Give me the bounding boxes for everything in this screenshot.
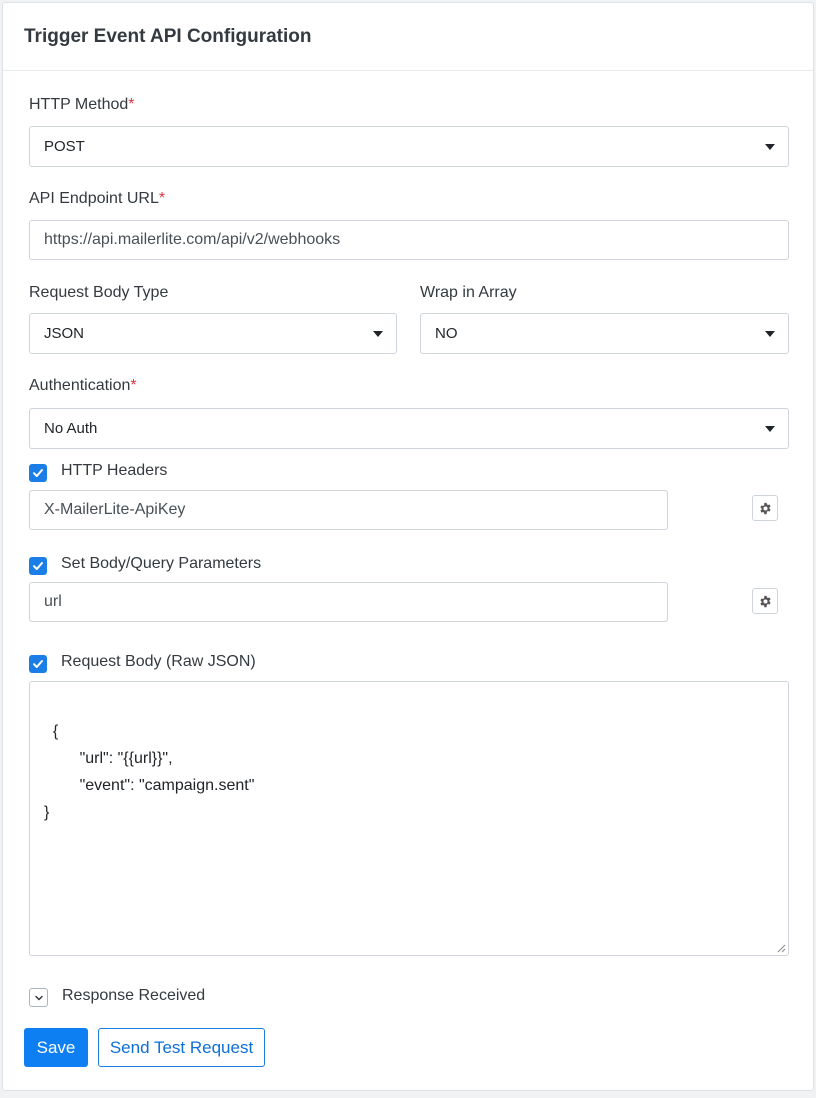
caret-down-icon xyxy=(765,426,775,432)
required-mark: * xyxy=(130,377,137,394)
http-headers-input[interactable]: X-MailerLite-ApiKey xyxy=(29,490,668,530)
request-body-textarea[interactable]: { "url": "{{url}}", "event": "campaign.s… xyxy=(29,681,789,956)
chevron-down-icon xyxy=(34,995,43,1000)
gear-icon xyxy=(759,595,771,607)
endpoint-url-label: API Endpoint URL* xyxy=(29,190,165,208)
caret-down-icon xyxy=(765,144,775,150)
response-toggle-button[interactable] xyxy=(29,988,48,1007)
wrap-array-value: NO xyxy=(435,325,458,342)
check-icon xyxy=(33,469,43,477)
endpoint-url-label-text: API Endpoint URL xyxy=(29,190,159,207)
endpoint-url-value: https://api.mailerlite.com/api/v2/webhoo… xyxy=(44,231,341,248)
http-method-select[interactable]: POST xyxy=(29,126,789,167)
send-test-request-button[interactable]: Send Test Request xyxy=(98,1028,265,1067)
required-mark: * xyxy=(158,190,166,207)
authentication-label-text: Authentication xyxy=(29,377,131,394)
http-headers-value: X-MailerLite-ApiKey xyxy=(44,501,186,518)
request-body-checkbox[interactable] xyxy=(29,655,47,673)
authentication-select[interactable]: No Auth xyxy=(29,408,789,449)
http-headers-checkbox[interactable] xyxy=(29,464,47,482)
body-params-label: Set Body/Query Parameters xyxy=(61,555,262,572)
response-received-label: Response Received xyxy=(62,987,206,1004)
body-params-value: url xyxy=(44,593,62,610)
request-body-value: { "url": "{{url}}", "event": "campaign.s… xyxy=(44,723,255,821)
caret-down-icon xyxy=(765,331,775,337)
wrap-array-label: Wrap in Array xyxy=(420,284,517,301)
body-type-select[interactable]: JSON xyxy=(29,313,397,354)
save-button[interactable]: Save xyxy=(24,1028,88,1067)
body-params-checkbox[interactable] xyxy=(29,557,47,575)
http-headers-settings-button[interactable] xyxy=(752,495,778,521)
card-header: Trigger Event API Configuration xyxy=(3,3,813,71)
body-params-input[interactable]: url xyxy=(29,582,668,622)
required-mark: * xyxy=(128,96,135,113)
http-method-label-text: HTTP Method xyxy=(29,96,129,113)
endpoint-url-input[interactable]: https://api.mailerlite.com/api/v2/webhoo… xyxy=(29,220,789,260)
body-params-settings-button[interactable] xyxy=(752,588,778,614)
page-title: Trigger Event API Configuration xyxy=(24,25,312,47)
body-type-label: Request Body Type xyxy=(29,284,169,301)
request-body-label: Request Body (Raw JSON) xyxy=(61,653,256,670)
http-method-label: HTTP Method* xyxy=(29,96,135,114)
gear-icon xyxy=(759,502,771,514)
http-method-value: POST xyxy=(44,138,85,155)
body-type-value: JSON xyxy=(44,325,85,342)
wrap-array-select[interactable]: NO xyxy=(420,313,789,354)
caret-down-icon xyxy=(373,331,383,337)
resize-handle-icon[interactable] xyxy=(776,943,786,953)
check-icon xyxy=(33,562,43,570)
authentication-value: No Auth xyxy=(44,420,98,437)
check-icon xyxy=(33,660,43,668)
http-headers-label: HTTP Headers xyxy=(61,462,168,479)
authentication-label: Authentication* xyxy=(29,377,137,395)
